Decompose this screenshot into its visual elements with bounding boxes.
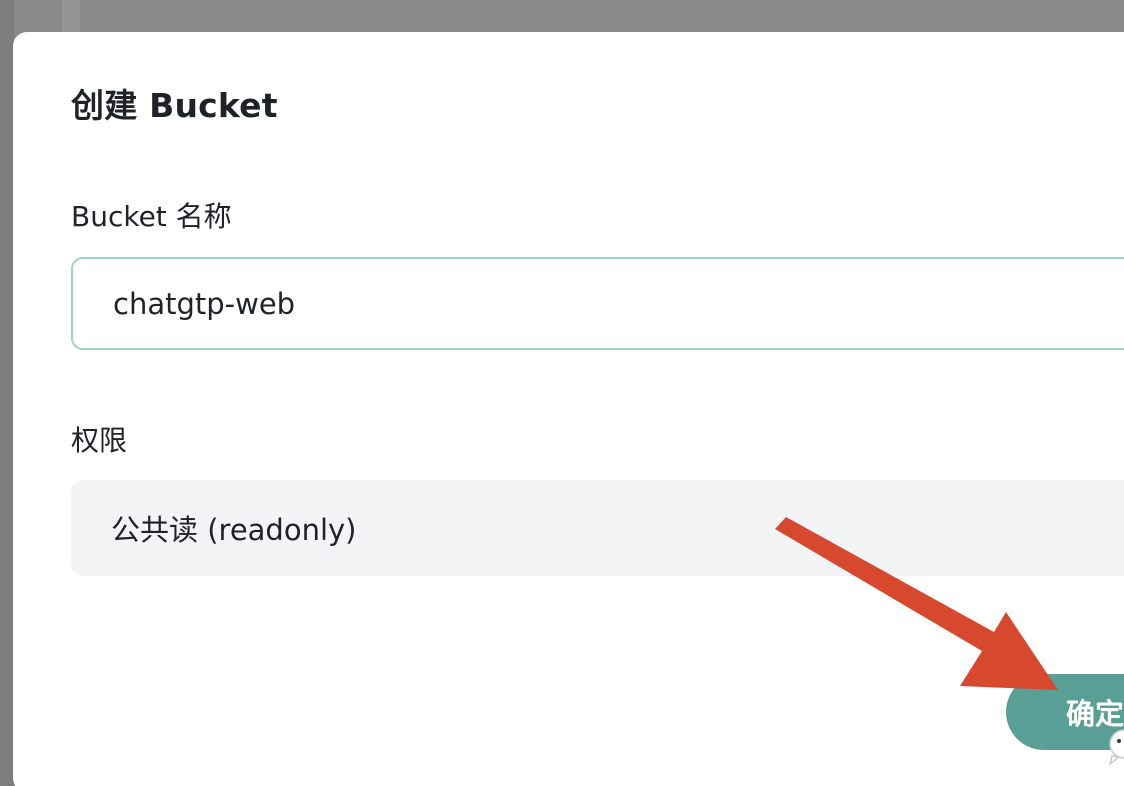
permission-selected-value: 公共读 (readonly) bbox=[111, 513, 357, 547]
permission-label: 权限 bbox=[71, 424, 128, 457]
bucket-name-label: Bucket 名称 bbox=[71, 200, 232, 233]
modal-backdrop[interactable] bbox=[0, 0, 14, 786]
dialog-title: 创建 Bucket bbox=[71, 86, 278, 125]
create-bucket-dialog: 创建 Bucket Bucket 名称 权限 公共读 (readonly) 确定 bbox=[13, 32, 1124, 786]
permission-select[interactable]: 公共读 (readonly) bbox=[71, 480, 1124, 576]
backdrop-background-element bbox=[62, 0, 80, 32]
bucket-name-input[interactable] bbox=[71, 257, 1124, 350]
chat-bubble-icon bbox=[1108, 729, 1124, 766]
